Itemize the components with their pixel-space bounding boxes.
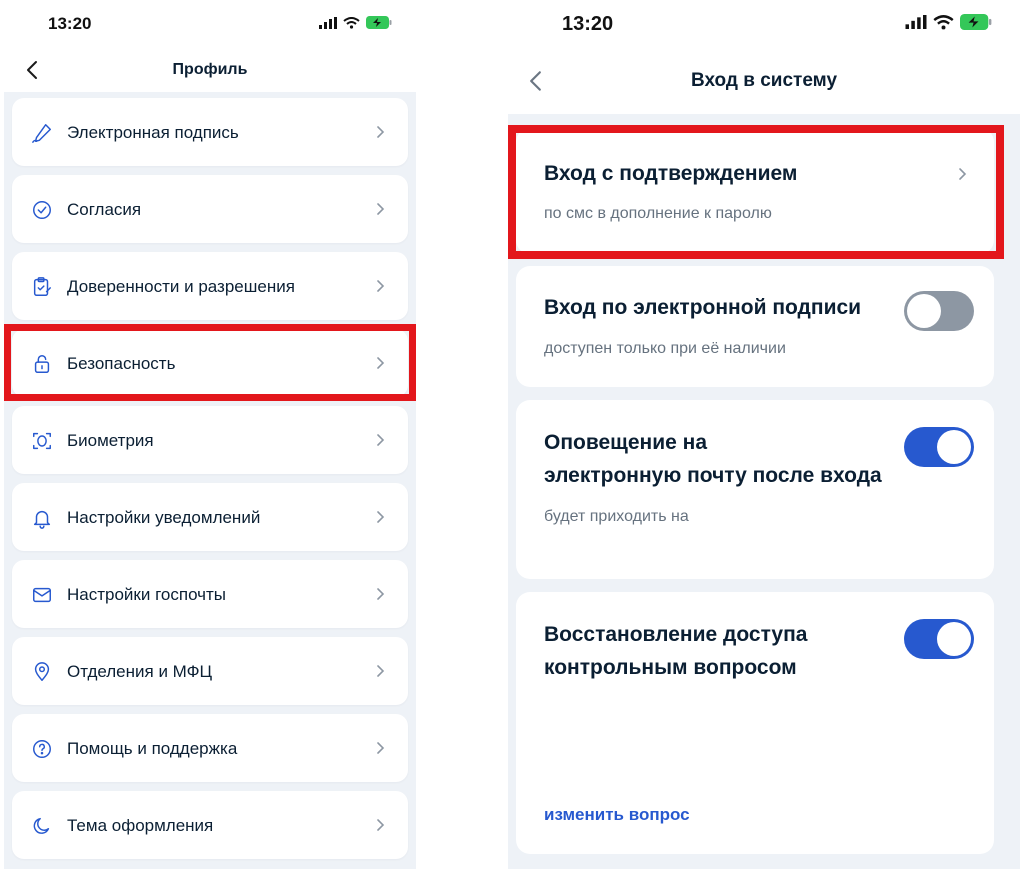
pen-icon — [30, 121, 54, 145]
chevron-right-icon — [377, 203, 385, 215]
menu-item-label: Доверенности и разрешения — [67, 277, 295, 296]
chevron-right-icon — [377, 126, 385, 138]
email-notify-title-line1: Оповещение на — [544, 431, 708, 454]
signal-icon — [319, 16, 337, 29]
esign-login-toggle[interactable] — [904, 291, 974, 331]
email-notify-card: Оповещение на электронную почту после вх… — [516, 400, 994, 579]
help-circle-icon — [30, 737, 54, 761]
menu-item-theme[interactable]: Тема оформления — [12, 791, 408, 859]
toggle-knob — [937, 430, 971, 464]
status-icons — [319, 16, 392, 29]
menu-item-label: Настройки уведомлений — [67, 508, 261, 527]
chevron-right-icon — [377, 742, 385, 754]
confirm-login-title: Вход с подтверждением — [544, 162, 798, 185]
recovery-title-line1: Восстановление доступа — [544, 623, 808, 646]
status-bar: 13:20 — [508, 0, 1020, 48]
menu-item-label: Безопасность — [67, 354, 176, 373]
battery-charging-icon — [366, 16, 392, 29]
confirm-login-card[interactable]: Вход с подтверждением по смс в дополнени… — [516, 128, 994, 254]
face-scan-icon — [30, 429, 54, 453]
esign-login-subtitle: доступен только при её наличии — [544, 340, 786, 357]
chevron-right-icon — [959, 168, 967, 180]
change-question-link[interactable]: изменить вопрос — [544, 805, 690, 825]
status-bar: 13:20 — [4, 0, 416, 48]
chevron-right-icon — [377, 511, 385, 523]
recovery-title-line2: контрольным вопросом — [544, 656, 797, 679]
menu-item-consents[interactable]: Согласия — [12, 175, 408, 243]
menu-item-gov-mail[interactable]: Настройки госпочты — [12, 560, 408, 628]
recovery-card: Восстановление доступа контрольным вопро… — [516, 592, 994, 854]
menu-item-help[interactable]: Помощь и поддержка — [12, 714, 408, 782]
lock-open-icon — [30, 352, 54, 376]
chevron-right-icon — [377, 434, 385, 446]
battery-charging-icon — [960, 14, 992, 30]
check-circle-icon — [30, 198, 54, 222]
chevron-right-icon — [377, 357, 385, 369]
status-icons — [905, 14, 992, 30]
menu-item-label: Тема оформления — [67, 816, 214, 835]
menu-item-label: Согласия — [67, 200, 142, 219]
profile-screen: 13:20 Профиль Электронная подпись Соглас… — [4, 0, 416, 869]
login-settings-screen: 13:20 Вход в систему Вход с подтверждени… — [508, 0, 1020, 869]
nav-bar: Вход в систему — [508, 48, 1020, 114]
menu-item-label: Настройки госпочты — [67, 585, 227, 604]
page-title: Вход в систему — [690, 70, 838, 91]
menu-item-label: Отделения и МФЦ — [67, 662, 213, 681]
page-title: Профиль — [172, 61, 248, 78]
wifi-icon — [343, 16, 360, 29]
toggle-knob — [937, 622, 971, 656]
moon-icon — [30, 814, 54, 838]
menu-item-powers-of-attorney[interactable]: Доверенности и разрешения — [12, 252, 408, 320]
toggle-knob — [907, 294, 941, 328]
chevron-right-icon — [377, 665, 385, 677]
chevron-right-icon — [377, 280, 385, 292]
menu-item-notifications[interactable]: Настройки уведомлений — [12, 483, 408, 551]
wifi-icon — [933, 14, 954, 29]
status-time: 13:20 — [562, 13, 614, 35]
menu-item-offices[interactable]: Отделения и МФЦ — [12, 637, 408, 705]
recovery-toggle[interactable] — [904, 619, 974, 659]
esign-login-title: Вход по электронной подписи — [544, 296, 862, 319]
location-pin-icon — [30, 660, 54, 684]
nav-bar: Профиль — [4, 48, 416, 92]
email-notify-toggle[interactable] — [904, 427, 974, 467]
email-notify-subtitle: будет приходить на — [544, 508, 689, 525]
chevron-right-icon — [377, 588, 385, 600]
status-time: 13:20 — [48, 14, 92, 33]
email-notify-title-line2: электронную почту после входа — [544, 464, 882, 487]
menu-item-label: Электронная подпись — [67, 123, 239, 142]
mail-icon — [30, 583, 54, 607]
menu-item-esignature[interactable]: Электронная подпись — [12, 98, 408, 166]
bell-icon — [30, 506, 54, 530]
profile-menu: Электронная подпись Согласия Доверенност… — [12, 98, 408, 868]
esign-login-card: Вход по электронной подписи доступен тол… — [516, 266, 994, 387]
chevron-right-icon — [377, 819, 385, 831]
clipboard-check-icon — [30, 275, 54, 299]
signal-icon — [905, 15, 927, 29]
confirm-login-subtitle: по смс в дополнение к паролю — [544, 205, 772, 222]
menu-item-biometrics[interactable]: Биометрия — [12, 406, 408, 474]
menu-item-security[interactable]: Безопасность — [12, 329, 408, 397]
menu-item-label: Биометрия — [67, 431, 154, 450]
divider-gap — [416, 0, 508, 869]
menu-item-label: Помощь и поддержка — [67, 739, 238, 758]
